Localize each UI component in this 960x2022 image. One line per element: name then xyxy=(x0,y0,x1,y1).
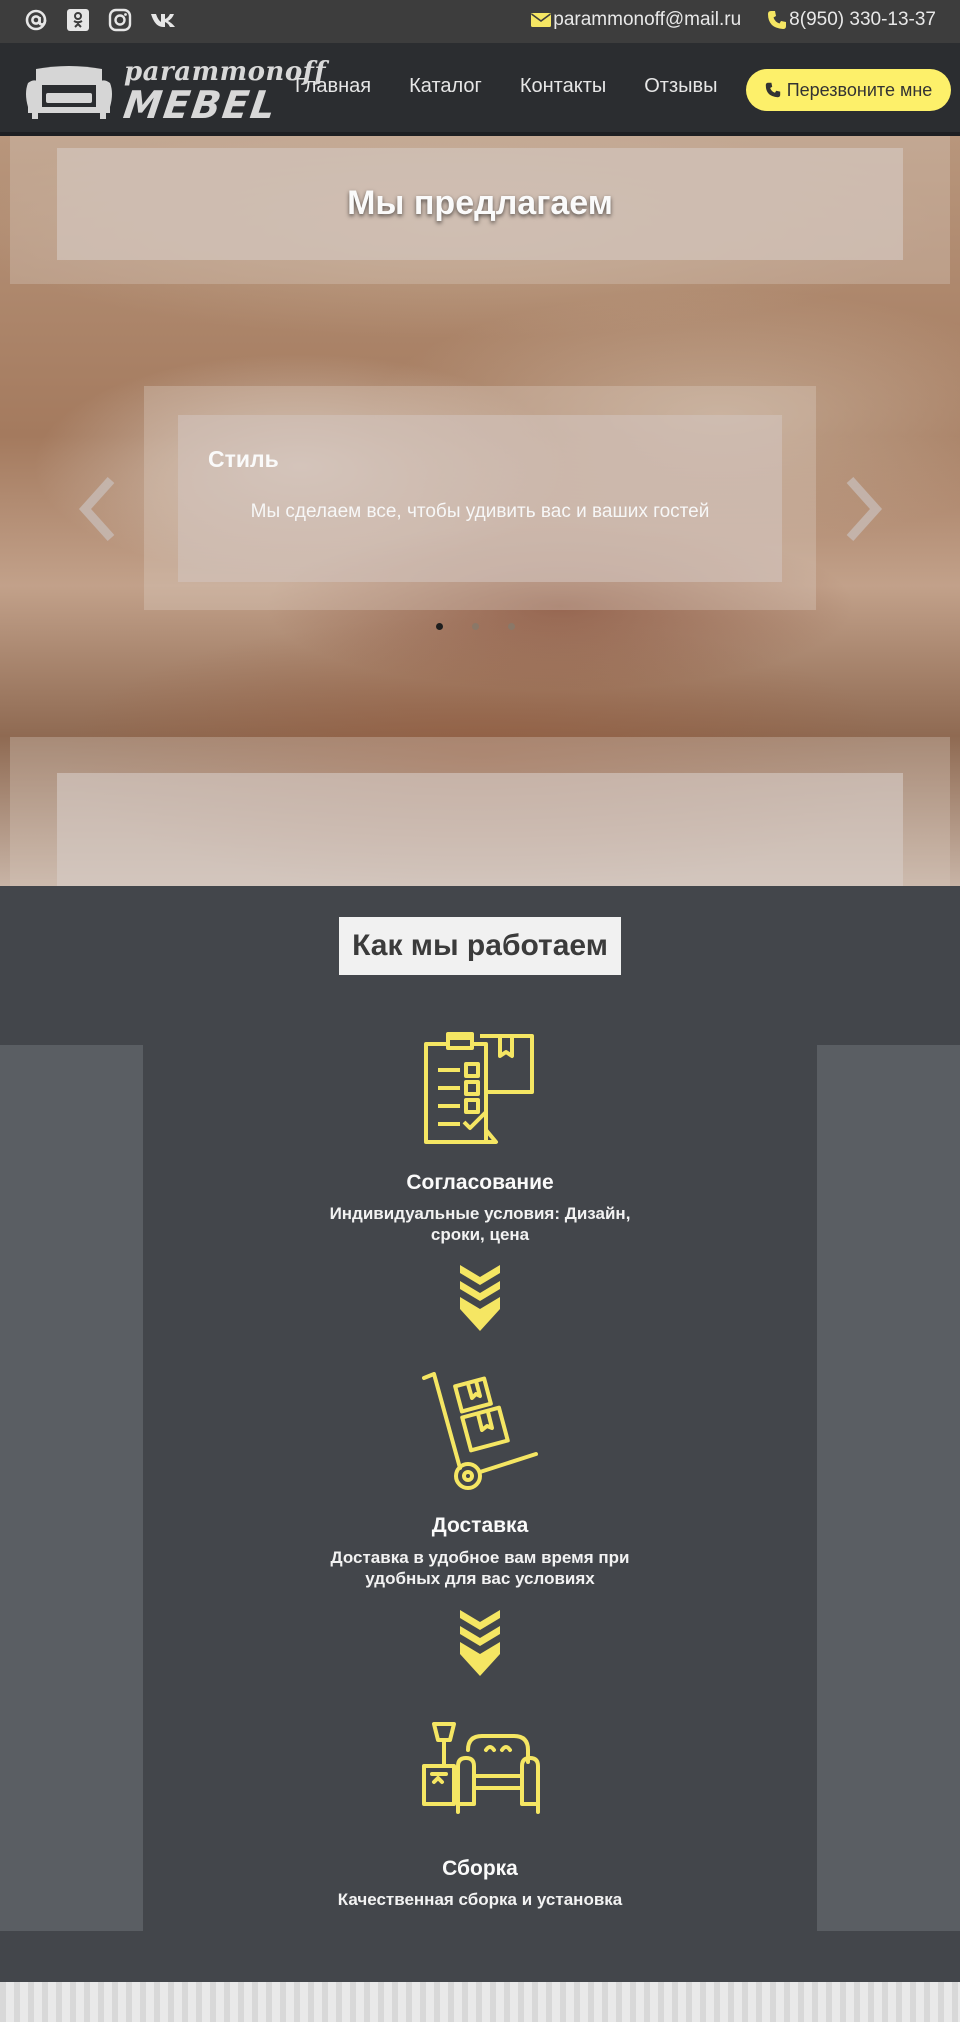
envelope-icon xyxy=(531,13,552,27)
checklist-icon xyxy=(424,1032,534,1144)
carousel-dot-1[interactable] xyxy=(436,623,443,630)
hero-carousel: Мы предлагаем Стиль Мы сделаем все, чтоб… xyxy=(0,136,960,886)
section-title-box: Как мы работаем xyxy=(339,917,621,975)
nav-link-reviews[interactable]: Отзывы xyxy=(644,75,717,98)
email-contact[interactable]: parammonoff@mail.ru xyxy=(531,9,741,31)
nav-link-contacts[interactable]: Контакты xyxy=(520,75,606,98)
slide-text: Мы сделаем все, чтобы удивить вас и ваши… xyxy=(250,501,710,522)
chevron-down-icon xyxy=(460,1610,500,1676)
main-navbar: parammonoff MEBEL Главная Каталог Контак… xyxy=(0,43,960,136)
logo-text-bottom: MEBEL xyxy=(120,83,281,127)
carousel-dot-3[interactable] xyxy=(508,623,515,630)
step-desc-approval: Индивидуальные условия: Дизайн, сроки, ц… xyxy=(329,1204,631,1244)
slide-heading: Стиль xyxy=(208,446,279,472)
carousel-indicators xyxy=(436,623,515,630)
next-section-background xyxy=(0,1982,960,2022)
carousel-prev-button[interactable] xyxy=(73,474,123,544)
vk-icon[interactable] xyxy=(150,8,180,32)
hero-box-bottom xyxy=(57,773,903,886)
slide-card xyxy=(178,415,782,582)
phone-icon xyxy=(765,82,780,98)
side-panel-right xyxy=(817,1045,960,1931)
phone-icon xyxy=(768,11,787,29)
nav-link-home[interactable]: Главная xyxy=(295,75,371,98)
step-title-assembly: Сборка xyxy=(442,1857,518,1880)
hero-title-box: Мы предлагаем xyxy=(57,148,903,260)
chevron-right-icon xyxy=(846,476,883,542)
top-bar: parammonoff@mail.ru 8(950) 330-13-37 xyxy=(0,0,960,43)
callback-label: Перезвоните мне xyxy=(786,79,933,100)
nav-link-catalog[interactable]: Каталог xyxy=(409,75,482,98)
step-title-approval: Согласование xyxy=(406,1171,554,1194)
side-panel-left xyxy=(0,1045,143,1931)
logo[interactable]: parammonoff MEBEL xyxy=(24,55,326,127)
hand-truck-icon xyxy=(422,1372,538,1490)
step-desc-assembly: Качественная сборка и установка xyxy=(337,1890,623,1909)
email-text: parammonoff@mail.ru xyxy=(553,9,742,30)
callback-button[interactable]: Перезвоните мне xyxy=(746,69,951,111)
furniture-icon xyxy=(422,1722,540,1814)
instagram-icon[interactable] xyxy=(108,8,132,32)
carousel-next-button[interactable] xyxy=(838,474,888,544)
section-title: Как мы работаем xyxy=(352,929,608,962)
nav-menu: Главная Каталог Контакты Отзывы xyxy=(295,75,718,98)
email-at-icon[interactable] xyxy=(24,8,48,32)
step-desc-delivery: Доставка в удобное вам время при удобных… xyxy=(330,1548,630,1588)
sofa-icon xyxy=(26,66,112,119)
carousel-dot-2[interactable] xyxy=(472,623,479,630)
step-title-delivery: Доставка xyxy=(431,1514,529,1537)
hero-title: Мы предлагаем xyxy=(347,184,613,222)
phone-text: 8(950) 330-13-37 xyxy=(789,9,936,30)
chevron-down-icon xyxy=(460,1265,500,1331)
odnoklassniki-icon[interactable] xyxy=(66,8,90,32)
chevron-left-icon xyxy=(78,476,115,542)
social-links xyxy=(24,8,180,32)
phone-contact[interactable]: 8(950) 330-13-37 xyxy=(767,9,936,31)
contact-info: parammonoff@mail.ru 8(950) 330-13-37 xyxy=(531,9,936,31)
